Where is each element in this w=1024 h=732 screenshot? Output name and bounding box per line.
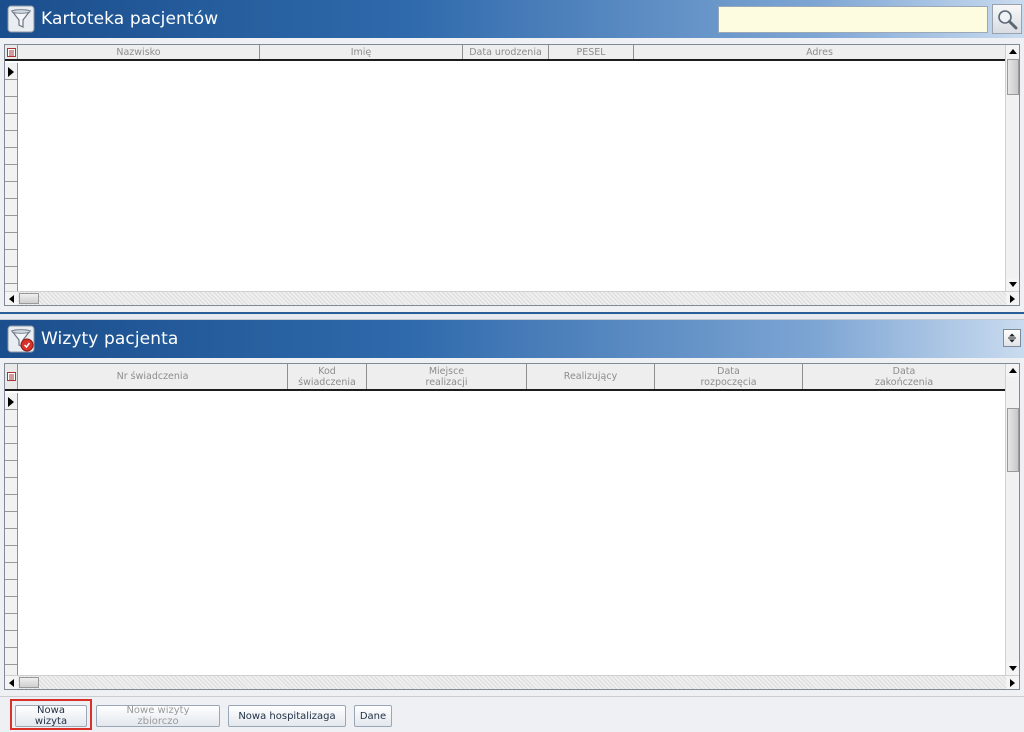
col-pesel[interactable]: PESEL: [549, 45, 634, 59]
col-realizujacy[interactable]: Realizujący: [527, 364, 655, 389]
current-row-arrow-icon: [8, 397, 14, 407]
new-hospitalization-button[interactable]: Nowa hospitalizaga: [228, 705, 346, 727]
scroll-thumb[interactable]: [1007, 59, 1019, 95]
col-adres[interactable]: Adres: [634, 45, 1005, 59]
col-kod-swiadczenia[interactable]: Kod świadczenia: [288, 364, 367, 389]
col-nr-swiadczenia[interactable]: Nr świadczenia: [18, 364, 288, 389]
patients-grid-header: Nazwisko Imię Data urodzenia PESEL Adres: [5, 45, 1005, 61]
visits-grid-header: Nr świadczenia Kod świadczenia Miejsce r…: [5, 364, 1005, 391]
scroll-right-icon[interactable]: [1006, 292, 1019, 305]
visits-header: Wizyty pacjenta: [0, 320, 1024, 358]
filter-icon[interactable]: [7, 5, 35, 33]
scroll-thumb[interactable]: [1007, 408, 1019, 472]
new-visit-button[interactable]: Nowa wizyta: [15, 705, 87, 727]
search-icon: [998, 10, 1018, 30]
col-nazwisko[interactable]: Nazwisko: [18, 45, 260, 59]
col-imie[interactable]: Imię: [260, 45, 463, 59]
row-selector-column[interactable]: [5, 393, 18, 675]
patients-grid[interactable]: Nazwisko Imię Data urodzenia PESEL Adres: [4, 44, 1020, 306]
col-data-rozpoczecia[interactable]: Data rozpoczęcia: [655, 364, 803, 389]
grid-menu-icon[interactable]: [5, 364, 18, 389]
expand-collapse-icon: [1008, 333, 1016, 343]
row-selector-column[interactable]: [5, 63, 18, 291]
expand-collapse-button[interactable]: [1003, 329, 1021, 347]
visits-grid[interactable]: Nr świadczenia Kod świadczenia Miejsce r…: [4, 363, 1020, 690]
scroll-left-icon[interactable]: [5, 676, 18, 689]
scroll-up-icon[interactable]: [1006, 364, 1019, 377]
grid-menu-icon[interactable]: [5, 45, 18, 59]
bottom-toolbar: Nowa wizyta Nowe wizyty zbiorczo Nowa ho…: [0, 696, 1024, 732]
col-data-zakonczenia[interactable]: Data zakończenia: [803, 364, 1005, 389]
scroll-thumb[interactable]: [19, 293, 39, 304]
scroll-left-icon[interactable]: [5, 292, 18, 305]
search-button[interactable]: [992, 4, 1022, 34]
scroll-down-icon[interactable]: [1006, 662, 1019, 675]
scroll-thumb[interactable]: [19, 677, 39, 688]
patients-title: Kartoteka pacjentów: [41, 9, 219, 29]
scroll-up-icon[interactable]: [1006, 45, 1019, 58]
patients-horizontal-scrollbar[interactable]: [5, 291, 1019, 305]
visits-horizontal-scrollbar[interactable]: [5, 675, 1019, 689]
col-data-urodzenia[interactable]: Data urodzenia: [463, 45, 549, 59]
patient-search-input[interactable]: [718, 6, 988, 33]
visits-vertical-scrollbar[interactable]: [1005, 364, 1019, 675]
scroll-down-icon[interactable]: [1006, 278, 1019, 291]
current-row-arrow-icon: [8, 67, 14, 77]
patients-vertical-scrollbar[interactable]: [1005, 45, 1019, 291]
scroll-right-icon[interactable]: [1006, 676, 1019, 689]
col-miejsce-realizacji[interactable]: Miejsce realizacji: [367, 364, 527, 389]
splitter[interactable]: [0, 312, 1024, 320]
data-button[interactable]: Dane: [354, 705, 392, 727]
visits-title: Wizyty pacjenta: [41, 329, 179, 349]
filter-active-icon[interactable]: [7, 325, 35, 353]
patients-header: Kartoteka pacjentów: [0, 0, 1024, 38]
new-visits-bulk-button[interactable]: Nowe wizyty zbiorczo: [96, 705, 220, 727]
